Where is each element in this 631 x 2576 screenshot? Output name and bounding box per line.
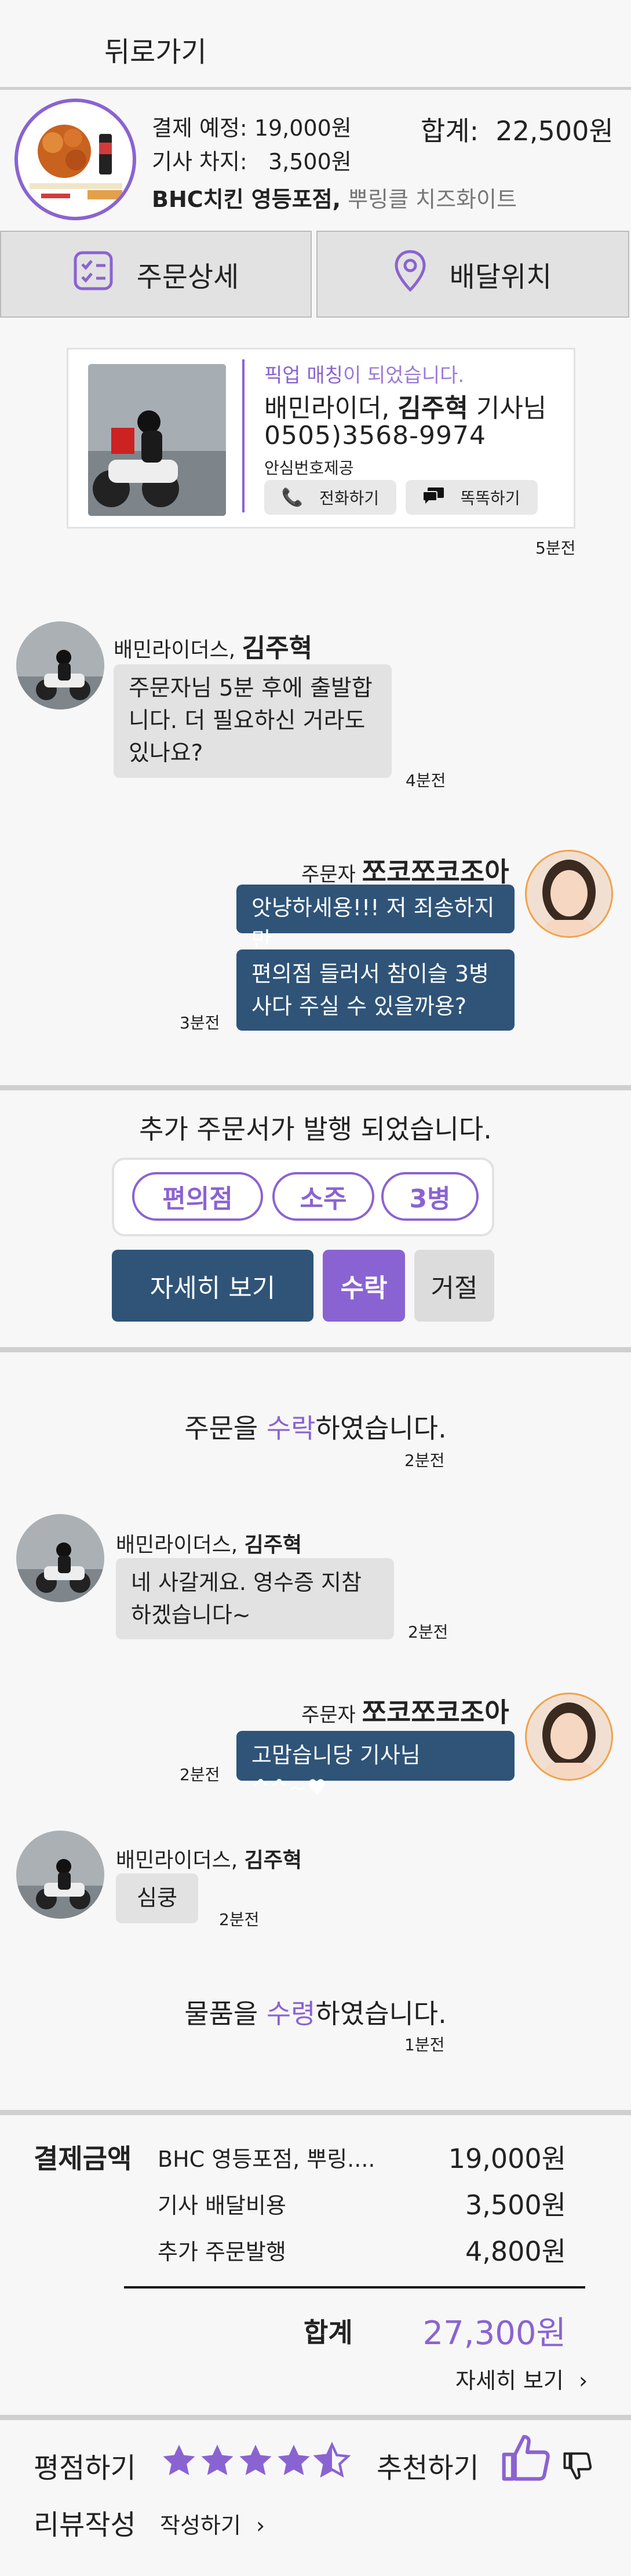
- payment-expected: 결제 예정: 19,000원: [152, 115, 352, 141]
- review-label: 리뷰작성: [34, 2509, 136, 2541]
- chevron-right-icon: ›: [578, 2368, 588, 2393]
- header-divider: [0, 87, 631, 90]
- rider-card-accent-bar: [242, 359, 245, 512]
- order-accepted-notice: 주문을 수락하였습니다.: [184, 1413, 447, 1444]
- received-time: 1분전: [404, 2035, 445, 2054]
- message-time: 2분전: [180, 1765, 220, 1784]
- star-icon: [239, 2444, 272, 2476]
- message-sender: 배민라이더스, 김주혁: [116, 1849, 302, 1872]
- chevron-right-icon: ›: [256, 2513, 265, 2538]
- order-total: 합계: 22,500원: [421, 115, 614, 147]
- tag-soju: 소주: [272, 1172, 374, 1221]
- rider-avatar: [16, 621, 104, 710]
- message-sender: 배민라이더스, 김주혁: [116, 1533, 302, 1557]
- message-sender: 주문자 쪼코쪼코조아: [301, 1697, 509, 1728]
- payment-row-value: 19,000원: [448, 2143, 566, 2174]
- payment-row-label: 추가 주문발행: [158, 2239, 286, 2265]
- message-bubble: 네 사갈게요. 영수증 지참하겠습니다~: [116, 1558, 394, 1639]
- payment-row-value: 4,800원: [465, 2236, 566, 2267]
- payment-detail-link[interactable]: 자세히 보기 ›: [455, 2363, 588, 2395]
- extra-order-title: 추가 주문서가 발행 되었습니다.: [139, 1114, 492, 1145]
- half-star-icon: [313, 2442, 351, 2478]
- orderer-avatar: [525, 1693, 613, 1781]
- message-bubble: 심쿵: [116, 1873, 198, 1923]
- message-bubble: 고맙습니당 기사님 ^^~♥: [236, 1731, 515, 1800]
- store-menu: BHC치킨 영등포점, 뿌링클 치즈화이트: [152, 187, 517, 212]
- phone-icon: 📞: [281, 487, 304, 508]
- section-divider: [0, 2415, 631, 2420]
- message-time: 2분전: [219, 1910, 260, 1929]
- safe-number-label: 안심번호제공: [264, 459, 354, 478]
- message-bubble: 주문자님 5분 후에 출발합니다. 더 필요하신 거라도 있나요?: [114, 664, 392, 778]
- section-divider: [0, 1085, 631, 1090]
- payment-total-label: 합계: [304, 2317, 353, 2348]
- item-received-notice: 물품을 수령하였습니다.: [184, 1998, 447, 2029]
- payment-row-value: 3,500원: [465, 2189, 566, 2221]
- rider-phone: 0505)3568-9974: [264, 421, 486, 450]
- thumbs-down-icon[interactable]: [562, 2450, 593, 2483]
- recommend-label: 추천하기: [377, 2452, 479, 2484]
- extra-order-detail-button[interactable]: 자세히 보기: [112, 1250, 313, 1322]
- chat-icon: [422, 487, 444, 508]
- write-review-link[interactable]: 작성하기 ›: [160, 2508, 265, 2539]
- payment-label: 결제금액: [34, 2143, 132, 2174]
- location-pin-icon: [394, 249, 426, 299]
- message-time: 2분전: [408, 1622, 448, 1642]
- payment-total-value: 27,300원: [422, 2315, 566, 2352]
- message-time: 4분전: [406, 771, 446, 790]
- star-icon: [278, 2444, 310, 2476]
- back-button[interactable]: 뒤로가기: [104, 29, 207, 70]
- rider-card-time: 5분전: [535, 539, 576, 558]
- rider-charge: 기사 차지: 3,500원: [152, 149, 352, 174]
- tag-quantity: 3병: [381, 1172, 479, 1221]
- rate-label: 평점하기: [34, 2452, 136, 2484]
- match-status: 픽업 매칭이 되었습니다.: [264, 364, 465, 387]
- tab-order-detail[interactable]: 주문상세: [0, 231, 312, 318]
- payment-row-label: 기사 배달비용: [158, 2193, 286, 2218]
- rider-photo: [88, 364, 226, 516]
- reject-button[interactable]: 거절: [414, 1250, 494, 1322]
- rider-identity: 배민라이더, 김주혁 기사님: [264, 394, 547, 423]
- message-bubble: 편의점 들러서 참이슬 3병 사다 주실 수 있을까용?: [236, 949, 515, 1031]
- payment-row-label: BHC 영등포점, 뿌링....: [158, 2146, 375, 2172]
- tag-convenience-store: 편의점: [132, 1172, 263, 1221]
- star-icon: [201, 2444, 234, 2476]
- message-time: 3분전: [180, 1013, 220, 1032]
- accept-button[interactable]: 수락: [323, 1250, 405, 1322]
- rider-avatar: [16, 1514, 104, 1602]
- star-rating[interactable]: [160, 2442, 351, 2480]
- checklist-icon: [73, 250, 114, 298]
- thumbs-up-icon[interactable]: [499, 2432, 553, 2488]
- rider-avatar: [16, 1831, 104, 1919]
- section-divider: [0, 2110, 631, 2115]
- orderer-avatar: [525, 850, 613, 938]
- tab-delivery-location[interactable]: 배달위치: [316, 231, 629, 318]
- menu-thumbnail: [14, 99, 136, 220]
- tab-order-detail-label: 주문상세: [136, 261, 239, 293]
- message-sender: 배민라이더스, 김주혁: [114, 634, 313, 663]
- message-bubble: 앗냥하세용!!! 저 죄송하지만: [236, 885, 515, 953]
- message-button[interactable]: 똑똑하기: [406, 480, 538, 515]
- section-divider: [0, 1347, 631, 1352]
- accepted-time: 2분전: [404, 1451, 445, 1470]
- message-sender: 주문자 쪼코쪼코조아: [301, 856, 509, 887]
- payment-divider: [124, 2286, 585, 2288]
- call-button[interactable]: 📞 전화하기: [264, 480, 396, 515]
- star-icon: [163, 2444, 195, 2476]
- tab-delivery-location-label: 배달위치: [449, 261, 552, 293]
